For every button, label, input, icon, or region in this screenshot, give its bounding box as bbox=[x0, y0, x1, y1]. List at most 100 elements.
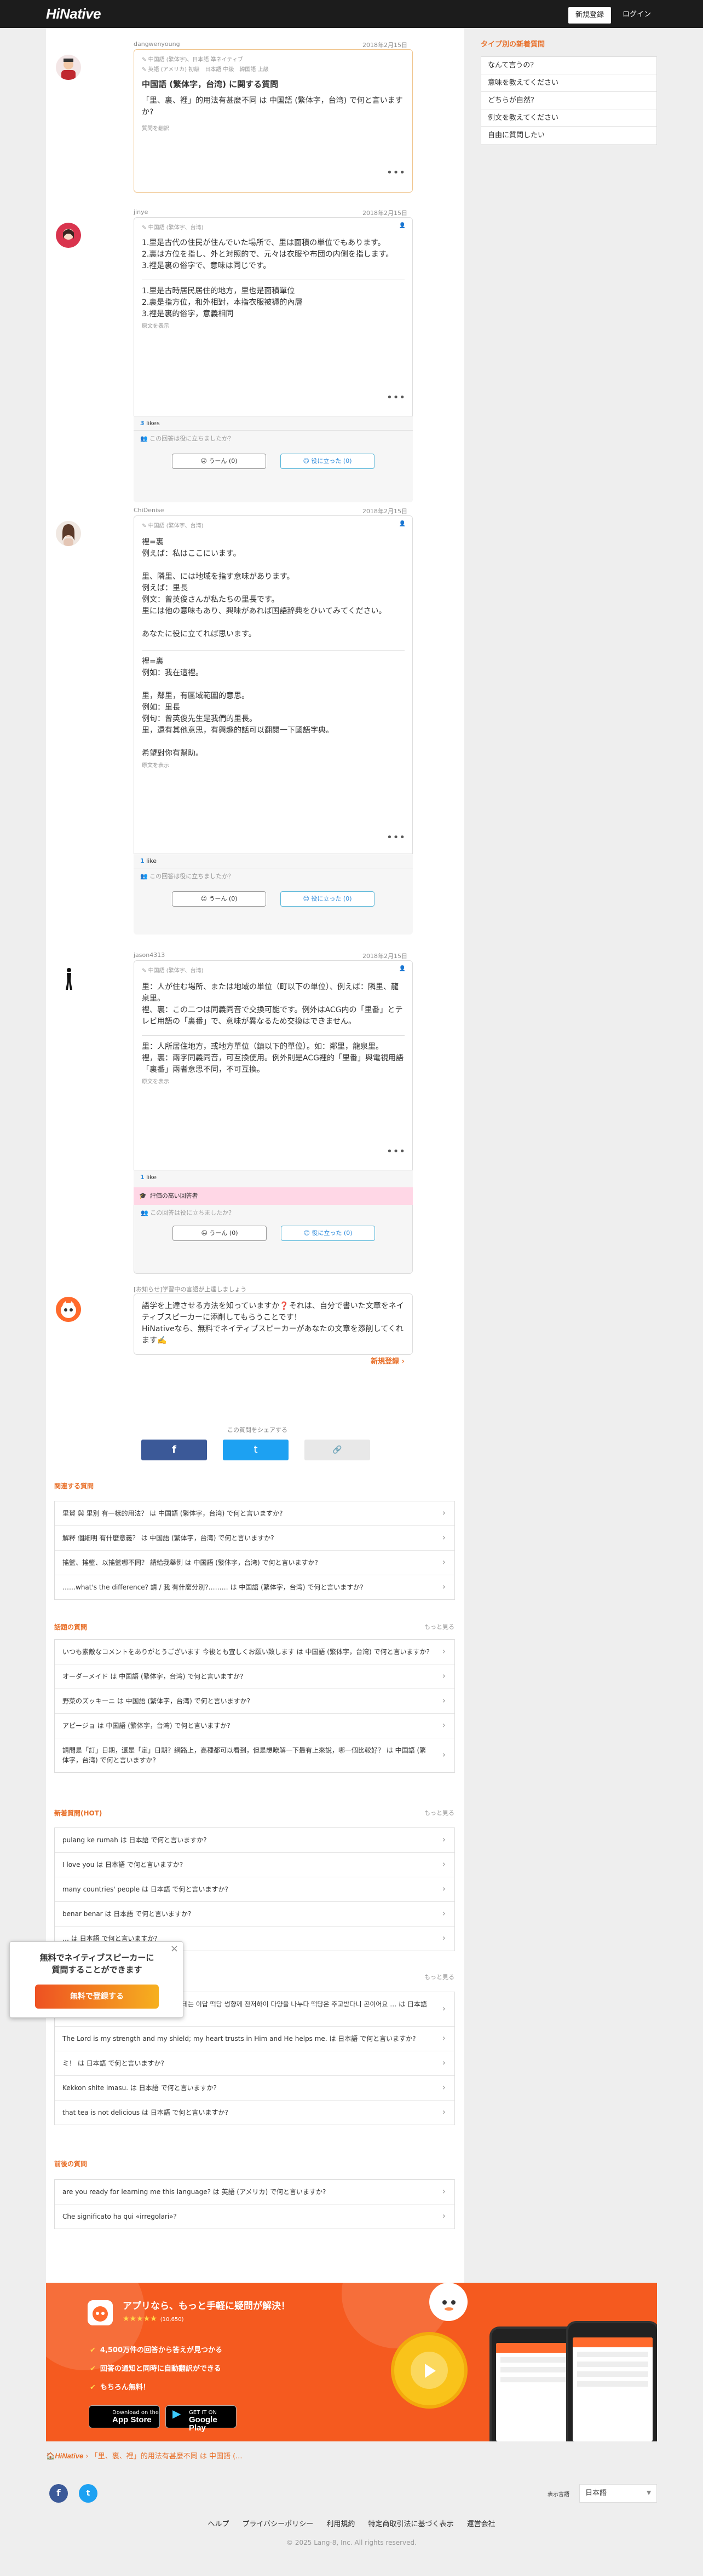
info-card: 語学を上達させる方法を知っていますか❓それは、自分で書いた文章をネイティブスピー… bbox=[134, 1293, 413, 1366]
app-store-button[interactable]: Download on the App Store bbox=[89, 2405, 160, 2428]
display-language-select[interactable]: 日本語 ▼ bbox=[579, 2484, 657, 2503]
list-item[interactable]: いつも素敵なコメントをありがとうございます 今後とも宜しくお願い致します は 中… bbox=[55, 1640, 454, 1664]
not-helpful-button[interactable]: 😐 うーん (0) bbox=[172, 454, 266, 469]
sidebar-title: タイプ別の新着質問 bbox=[481, 40, 545, 49]
section-title: 話題の質問 bbox=[54, 1623, 88, 1631]
signup-popup: × 無料でネイティブスピーカーに 質問することができます 無料で登録する bbox=[9, 1941, 183, 2018]
twitter-icon: t bbox=[253, 1444, 258, 1455]
list-item[interactable]: The Lord is my strength and my shield; m… bbox=[55, 2027, 454, 2051]
question-title: 中国語 (繁体字，台湾) に関する質問 bbox=[142, 79, 279, 89]
list-item[interactable]: many countries' people は 日本語 で何と言いますか? › bbox=[55, 1877, 454, 1902]
not-helpful-button[interactable]: 😐 うーん (0) bbox=[172, 891, 266, 907]
list-item[interactable]: 野菜のズッキーニ は 中国語 (繁体字，台湾) で何と言いますか? › bbox=[55, 1689, 454, 1714]
helpful-question: 👥 この回答は役に立ちましたか？ bbox=[141, 1209, 235, 1216]
sidebar-item[interactable]: 例文を教えてください bbox=[481, 109, 656, 127]
list-item[interactable]: 解釋 個細明 有什麼意義？ は 中国語 (繁体字，台湾) で何と言いますか? › bbox=[55, 1526, 454, 1551]
helpful-button[interactable]: 😊 役に立った (0) bbox=[281, 1226, 375, 1241]
list-item[interactable]: 里賀 與 里別 有一樣的用法？ は 中国語 (繁体字，台湾) で何と言いますか?… bbox=[55, 1501, 454, 1526]
screen-line bbox=[500, 2367, 572, 2372]
coin-illustration bbox=[391, 2332, 468, 2409]
helpful-question-text: この回答は役に立ちましたか？ bbox=[150, 1209, 235, 1216]
list-item[interactable]: ミ！ は 日本語 で何と言いますか? › bbox=[55, 2051, 454, 2076]
list-item[interactable]: 搖籃、搖籃、以搖籃哪不同？ 請給我舉例 は 中国語 (繁体字，台湾) で何と言い… bbox=[55, 1551, 454, 1575]
footer-link-help[interactable]: ヘルプ bbox=[208, 2520, 229, 2528]
username[interactable]: jinye bbox=[134, 208, 148, 216]
show-original-link[interactable]: 原文を表示 bbox=[134, 320, 412, 330]
facebook-share-button[interactable]: f bbox=[141, 1440, 207, 1460]
stars-icon: ★★★★★ bbox=[123, 2314, 157, 2323]
list-item[interactable]: オーダーメイド は 中国語 (繁体字，台湾) で何と言いますか? › bbox=[55, 1664, 454, 1689]
lang-info: ✎ 中国語 (繁体字、台湾) 👤 bbox=[142, 521, 406, 529]
list-item[interactable]: ……what's the difference? 請 / 我 有什麼分別?………… bbox=[55, 1575, 454, 1599]
breadcrumb-home[interactable]: HiNative bbox=[55, 2452, 83, 2460]
facebook-icon[interactable]: f bbox=[49, 2484, 68, 2503]
popup-text: 無料でネイティブスピーカーに 質問することができます bbox=[39, 1953, 154, 1975]
info-register-link[interactable]: 新規登録 › bbox=[142, 1355, 405, 1366]
avatar[interactable] bbox=[56, 966, 81, 991]
check-icon: ✔ bbox=[90, 2383, 96, 2392]
twitter-icon[interactable]: t bbox=[79, 2484, 97, 2503]
footer-link-privacy[interactable]: プライバシーポリシー bbox=[242, 2520, 313, 2528]
more-menu-icon[interactable]: ••• bbox=[387, 832, 406, 843]
avatar[interactable] bbox=[56, 223, 81, 248]
google-play-button[interactable]: ▶ GET IT ON Google Play bbox=[165, 2405, 237, 2432]
helpful-button[interactable]: 😊 役に立った (0) bbox=[280, 454, 374, 469]
sidebar-item[interactable]: 自由に質問したい bbox=[481, 127, 656, 144]
more-menu-icon[interactable]: ••• bbox=[387, 167, 406, 178]
list-item[interactable]: benar benar は 日本語 で何と言いますか? › bbox=[55, 1902, 454, 1927]
hinative-mascot-icon bbox=[61, 1301, 76, 1318]
phone-illustration bbox=[566, 2321, 657, 2441]
free-signup-button[interactable]: 無料で登録する bbox=[35, 1985, 159, 2009]
show-original-link[interactable]: 原文を表示 bbox=[134, 759, 412, 770]
username[interactable]: jason4313 bbox=[134, 952, 165, 959]
more-menu-icon[interactable]: ••• bbox=[387, 392, 406, 403]
helpful-button[interactable]: 😊 役に立った (0) bbox=[280, 891, 374, 907]
list-item[interactable]: I love you は 日本語 で何と言いますか? › bbox=[55, 1853, 454, 1877]
more-menu-icon[interactable]: ••• bbox=[387, 1146, 406, 1157]
list-item[interactable]: Che significato ha qui «irregolari»? › bbox=[55, 2204, 454, 2229]
username[interactable]: ChiDenise bbox=[134, 507, 164, 514]
chevron-right-icon: › bbox=[442, 2082, 446, 2092]
footer-link-terms[interactable]: 利用規約 bbox=[326, 2520, 355, 2528]
person-icon: 👤 bbox=[399, 521, 406, 527]
chevron-right-icon: › bbox=[442, 2033, 446, 2043]
list-item[interactable]: that tea is not delicious は 日本語 で何と言いますか… bbox=[55, 2101, 454, 2125]
list-item-text: 解釋 個細明 有什麼意義？ は 中国語 (繁体字，台湾) で何と言いますか? bbox=[62, 1534, 274, 1542]
avatar[interactable] bbox=[56, 55, 81, 80]
breadcrumb-current: 「里、裏、裡」的用法有甚麼不同 は 中国語 (... bbox=[90, 2452, 243, 2461]
sidebar: タイプ別の新着質問 なんて言うの？ 意味を教えてください どちらが自然？ 例文を… bbox=[481, 38, 657, 145]
not-helpful-label: うーん (0) bbox=[209, 457, 238, 465]
list-item[interactable]: Kekkon shite imasu. は 日本語 で何と言いますか? › bbox=[55, 2076, 454, 2101]
list-item[interactable]: are you ready for learning me this langu… bbox=[55, 2180, 454, 2204]
chevron-right-icon: › bbox=[442, 1507, 446, 1518]
user-avatar-icon bbox=[56, 521, 81, 546]
list-item[interactable]: 請問是「訂」日期，還是「定」日期？網路上，高種都可以看到，但是想瞭解一下最有上來… bbox=[55, 1738, 454, 1772]
not-helpful-button[interactable]: 😐 うーん (0) bbox=[172, 1226, 267, 1241]
footer-link-commerce[interactable]: 特定商取引法に基づく表示 bbox=[368, 2520, 454, 2528]
answer-original: 1.里是古時居民居住的地方，里也是面積單位 2.裏是指方位，和外相對，本指衣服被… bbox=[142, 287, 303, 318]
see-more-link[interactable]: もっと見る bbox=[424, 1622, 454, 1631]
signup-button[interactable]: 新規登録 bbox=[568, 7, 611, 24]
show-original-link[interactable]: 原文を表示 bbox=[134, 1076, 412, 1086]
sidebar-item[interactable]: どちらが自然？ bbox=[481, 92, 656, 109]
divider bbox=[142, 1035, 405, 1036]
chevron-right-icon: › bbox=[442, 1859, 446, 1869]
username[interactable]: dangwenyoung bbox=[134, 40, 180, 48]
helpful-question: 👥 この回答は役に立ちましたか？ bbox=[140, 873, 234, 880]
see-more-link[interactable]: もっと見る bbox=[424, 1972, 454, 1981]
copy-link-button[interactable]: 🔗 bbox=[304, 1440, 370, 1460]
display-language-value: 日本語 bbox=[585, 2489, 607, 2497]
footer-link-company[interactable]: 運営会社 bbox=[467, 2520, 495, 2528]
translate-link[interactable]: 質問を翻訳 bbox=[134, 118, 412, 133]
list-item[interactable]: アピージョ は 中国語 (繁体字，台湾) で何と言いますか? › bbox=[55, 1714, 454, 1738]
avatar[interactable] bbox=[56, 521, 81, 546]
sidebar-item[interactable]: なんて言うの？ bbox=[481, 57, 656, 74]
sidebar-item[interactable]: 意味を教えてください bbox=[481, 74, 656, 92]
list-item[interactable]: pulang ke rumah は 日本語 で何と言いますか? › bbox=[55, 1828, 454, 1853]
see-more-link[interactable]: もっと見る bbox=[424, 1808, 454, 1817]
hinative-logo[interactable]: HiNative bbox=[46, 5, 101, 22]
top-header: HiNative 新規登録 ログイン bbox=[0, 0, 703, 28]
twitter-share-button[interactable]: t bbox=[223, 1440, 289, 1460]
mascot-avatar bbox=[56, 1297, 81, 1322]
login-button[interactable]: ログイン bbox=[615, 7, 658, 24]
